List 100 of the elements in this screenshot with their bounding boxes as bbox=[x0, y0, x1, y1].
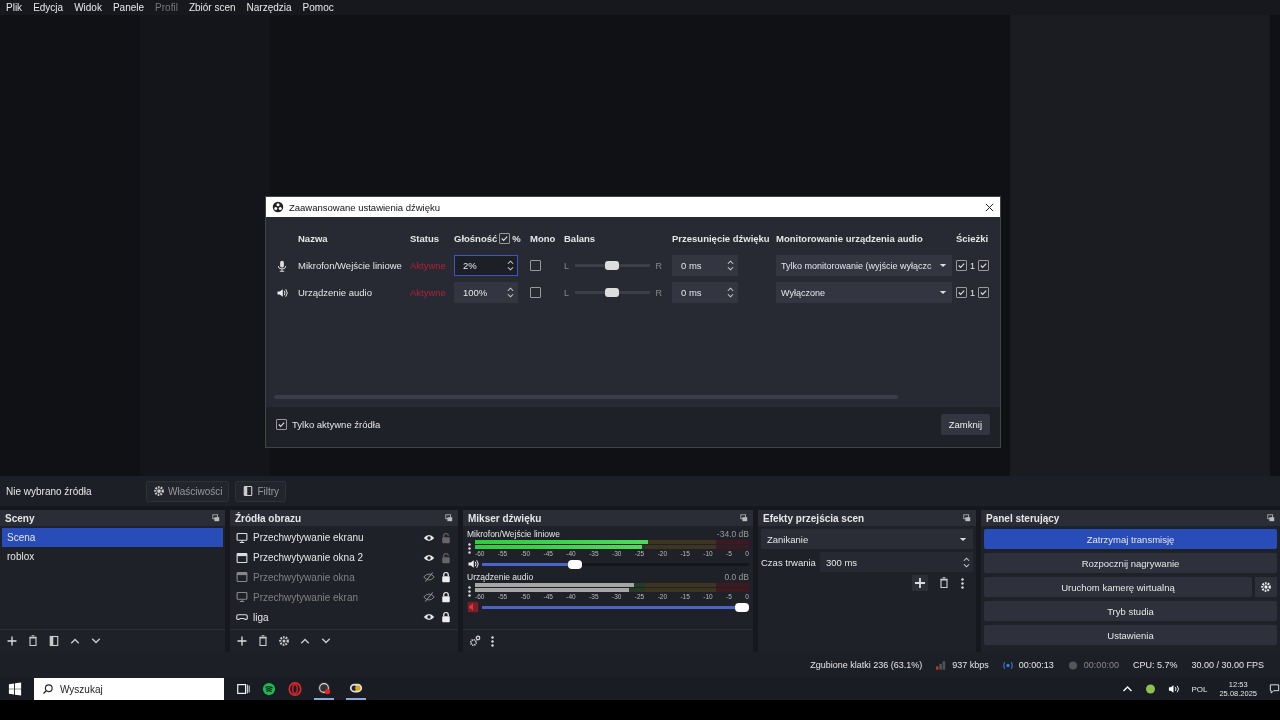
app-icon[interactable] bbox=[349, 681, 363, 695]
menu-item[interactable]: Edycja bbox=[33, 2, 64, 13]
gear-icon[interactable] bbox=[278, 635, 290, 647]
channel-reading: 0.0 dB bbox=[724, 572, 749, 582]
menu-item[interactable]: Zbiór scen bbox=[188, 2, 236, 13]
more-icon[interactable] bbox=[490, 634, 495, 648]
menu-item[interactable]: Widok bbox=[74, 2, 102, 13]
keyboard-language[interactable]: POL bbox=[1191, 684, 1208, 694]
menu-item[interactable]: Narzędzia bbox=[246, 2, 292, 13]
channel-reading: -34.0 dB bbox=[716, 529, 749, 539]
unlock-icon[interactable] bbox=[440, 551, 452, 564]
task-view-icon[interactable] bbox=[236, 682, 250, 696]
more-icon[interactable] bbox=[467, 585, 472, 598]
float-icon[interactable] bbox=[1267, 514, 1275, 522]
float-icon[interactable] bbox=[212, 514, 220, 522]
sync-offset-field[interactable]: 0 ms bbox=[672, 255, 738, 276]
panel-title: Źródła obrazu bbox=[235, 512, 302, 524]
balance-left-label: L bbox=[564, 260, 569, 271]
add-icon[interactable] bbox=[236, 635, 248, 647]
unlock-icon[interactable] bbox=[440, 531, 452, 544]
float-icon[interactable] bbox=[445, 514, 453, 522]
lock-icon[interactable] bbox=[440, 571, 452, 584]
more-icon[interactable] bbox=[960, 576, 965, 590]
chevron-up-icon[interactable] bbox=[1122, 684, 1134, 694]
add-button[interactable] bbox=[912, 575, 928, 591]
source-item[interactable]: Przechwytywanie okna bbox=[253, 572, 418, 583]
lock-icon[interactable] bbox=[440, 591, 452, 604]
volume-field[interactable]: 2% bbox=[454, 255, 518, 276]
more-icon[interactable] bbox=[467, 542, 472, 555]
volume-slider[interactable] bbox=[482, 605, 749, 609]
transition-dropdown[interactable]: Zanikanie bbox=[761, 529, 973, 549]
volume-slider[interactable] bbox=[482, 562, 749, 566]
track-checkbox[interactable] bbox=[978, 287, 989, 298]
channel-name: Mikrofon/Wejście liniowe bbox=[467, 529, 560, 539]
tray-app-icon[interactable] bbox=[1145, 684, 1157, 694]
menu-item[interactable]: Pomoc bbox=[302, 2, 334, 13]
monitoring-dropdown[interactable]: Wyłączone bbox=[776, 282, 952, 303]
source-item[interactable]: Przechwytywanie ekranu bbox=[253, 532, 418, 544]
record-icon bbox=[1067, 660, 1078, 670]
eye-slash-icon[interactable] bbox=[423, 571, 435, 584]
monitoring-dropdown[interactable]: Tylko monitorowanie (wyjście wyłączc bbox=[776, 255, 952, 276]
column-header: Balans bbox=[564, 233, 597, 244]
balance-right-label: R bbox=[655, 260, 662, 271]
float-icon[interactable] bbox=[740, 514, 748, 522]
app-logo-icon bbox=[272, 201, 284, 213]
close-icon[interactable] bbox=[985, 202, 994, 212]
gear-icon bbox=[1260, 581, 1272, 593]
monitor-icon bbox=[236, 591, 248, 604]
music-app-icon[interactable] bbox=[262, 682, 276, 696]
speaker-icon[interactable] bbox=[467, 558, 479, 570]
eye-slash-icon[interactable] bbox=[423, 591, 435, 604]
mono-checkbox[interactable] bbox=[530, 287, 541, 298]
source-item[interactable]: liga bbox=[253, 611, 418, 623]
gears-icon[interactable] bbox=[469, 635, 481, 647]
source-label: Nie wybrano źródła bbox=[6, 485, 93, 497]
track-checkbox[interactable] bbox=[956, 287, 967, 298]
checkbox[interactable] bbox=[499, 233, 511, 244]
windows-start-icon[interactable] bbox=[8, 682, 22, 696]
mono-checkbox[interactable] bbox=[530, 260, 541, 271]
lock-icon[interactable] bbox=[440, 611, 452, 624]
balance-right-label: R bbox=[655, 287, 662, 298]
source-item[interactable]: Przechwytywanie ekran bbox=[253, 591, 418, 603]
search-field[interactable]: Wyszukaj bbox=[34, 678, 224, 700]
settings-button[interactable] bbox=[1255, 577, 1277, 597]
duration-field[interactable]: 300 ms bbox=[819, 552, 973, 572]
scene-item[interactable]: Scena bbox=[2, 528, 223, 547]
dialog-title: Zaawansowane ustawienia dźwięku bbox=[289, 201, 441, 213]
control-button[interactable]: Uruchom kamerę wirtualną bbox=[984, 577, 1252, 597]
menu-item[interactable]: Panele bbox=[112, 2, 145, 13]
browser-icon[interactable] bbox=[288, 682, 302, 696]
delete-icon[interactable] bbox=[938, 577, 950, 589]
checkbox[interactable] bbox=[276, 418, 287, 430]
recorder-app-icon[interactable] bbox=[317, 681, 331, 695]
track-checkbox[interactable] bbox=[978, 260, 989, 271]
muted-speaker-icon[interactable] bbox=[467, 601, 479, 613]
control-button[interactable]: Zatrzymaj transmisję bbox=[984, 529, 1277, 549]
delete-icon[interactable] bbox=[257, 635, 269, 647]
control-button[interactable]: Tryb studia bbox=[984, 601, 1277, 621]
search-icon bbox=[42, 683, 54, 695]
filters-button[interactable]: Filtry bbox=[235, 480, 287, 502]
close-button[interactable]: Zamknij bbox=[940, 413, 990, 435]
source-item[interactable]: Przechwytywanie okna 2 bbox=[253, 552, 418, 564]
filter-icon[interactable] bbox=[48, 635, 60, 647]
float-icon[interactable] bbox=[963, 514, 971, 522]
broadcast-icon bbox=[1002, 660, 1013, 670]
control-button[interactable]: Rozpocznij nagrywanie bbox=[984, 553, 1277, 573]
add-icon[interactable] bbox=[6, 635, 18, 647]
window-icon bbox=[236, 571, 248, 584]
control-button[interactable]: Ustawienia bbox=[984, 625, 1277, 645]
delete-icon[interactable] bbox=[27, 635, 39, 647]
volume-field[interactable]: 100% bbox=[454, 282, 518, 303]
properties-button[interactable]: Właściwości bbox=[146, 480, 230, 502]
notifications-icon[interactable] bbox=[1269, 684, 1280, 694]
scene-item[interactable]: roblox bbox=[2, 547, 223, 566]
menu-item[interactable]: Plik bbox=[6, 2, 23, 13]
spinner-arrows-icon bbox=[727, 286, 734, 299]
sync-offset-field[interactable]: 0 ms bbox=[672, 282, 738, 303]
track-checkbox[interactable] bbox=[956, 260, 967, 271]
volume-icon[interactable] bbox=[1168, 684, 1180, 694]
panel-title: Efekty przejścia scen bbox=[763, 512, 865, 524]
